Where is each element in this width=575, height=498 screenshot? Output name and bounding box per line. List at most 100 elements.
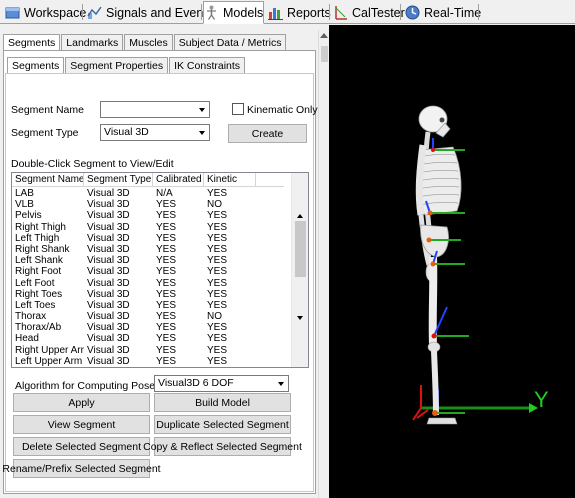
kinematic-only-checkbox[interactable] — [232, 103, 244, 115]
calibrated-cell: YES — [156, 210, 177, 222]
segment-list-scrollbar[interactable] — [291, 173, 308, 367]
skeleton-icon — [204, 5, 219, 20]
model-tabs: Segments Landmarks Muscles Subject Data … — [3, 34, 287, 51]
kinetic-cell: YES — [207, 277, 228, 289]
kinetic-cell: YES — [207, 232, 228, 244]
skeleton-model-view: Y — [412, 105, 549, 425]
tab-reports[interactable]: Reports — [267, 2, 332, 23]
realtime-icon — [405, 5, 420, 20]
segment-type-cell: Visual 3D — [87, 277, 130, 289]
build-model-button[interactable]: Build Model — [154, 393, 291, 412]
scroll-down-icon[interactable] — [297, 316, 303, 320]
tab-signals-and-events[interactable]: Signals and Events — [86, 2, 214, 23]
table-row[interactable]: Right Thigh Visual 3D YES YES — [12, 222, 284, 233]
kinetic-cell: YES — [207, 322, 228, 334]
workspace-icon — [5, 5, 20, 20]
scrollbar-thumb[interactable] — [321, 46, 328, 62]
foot — [426, 417, 458, 425]
calibrated-cell: YES — [156, 322, 177, 334]
segment-type-cell: Visual 3D — [87, 333, 130, 345]
calibrated-cell: YES — [156, 333, 177, 345]
copy-reflect-segment-button[interactable]: Copy & Reflect Selected Segment — [143, 437, 302, 456]
tab-subject-data-metrics[interactable]: Subject Data / Metrics — [173, 34, 287, 51]
apply-button[interactable]: Apply — [13, 393, 150, 412]
tab-landmarks[interactable]: Landmarks — [61, 34, 124, 51]
segment-name-combo[interactable] — [100, 101, 210, 118]
segment-list-label: Double-Click Segment to View/Edit — [11, 158, 174, 170]
3d-viewport[interactable]: Y — [329, 25, 575, 498]
left-panel-scrollbar[interactable] — [318, 30, 329, 498]
create-button[interactable]: Create — [228, 124, 307, 143]
tab-models[interactable]: Models — [203, 1, 265, 24]
subtab-segments[interactable]: Segments — [7, 57, 65, 74]
scroll-up-icon[interactable] — [297, 214, 303, 218]
segment-name-cell: VLB — [15, 199, 34, 211]
duplicate-segment-button[interactable]: Duplicate Selected Segment — [154, 415, 291, 434]
calibrated-cell: YES — [156, 221, 177, 233]
scroll-up-icon[interactable] — [320, 33, 328, 38]
segment-type-combo[interactable]: Visual 3D — [100, 124, 210, 141]
segment-name-label: Segment Name — [11, 104, 84, 116]
calibrated-cell: YES — [156, 288, 177, 300]
y-axis-label: Y — [534, 387, 549, 412]
segment-type-cell: Visual 3D — [87, 344, 130, 356]
column-header-calibrated[interactable]: Calibrated — [153, 173, 204, 187]
table-row[interactable]: Right Toes Visual 3D YES YES — [12, 289, 284, 300]
chevron-down-icon[interactable] — [195, 102, 209, 117]
scrollbar-thumb[interactable] — [295, 221, 306, 277]
table-row[interactable]: Left Upper Arm Visual 3D YES YES — [12, 356, 284, 367]
segment-name-cell: Thorax — [15, 311, 47, 323]
delete-segment-button[interactable]: Delete Selected Segment — [13, 437, 150, 456]
kinetic-cell: NO — [207, 199, 222, 211]
algorithm-label: Algorithm for Computing Pose — [15, 380, 156, 392]
segment-type-cell: Visual 3D — [87, 255, 130, 267]
table-row[interactable]: Thorax/Ab Visual 3D YES YES — [12, 322, 284, 333]
tab-caltester[interactable]: CalTester — [332, 2, 406, 23]
segment-type-cell: Visual 3D — [87, 299, 130, 311]
kinetic-cell: YES — [207, 188, 228, 199]
table-row[interactable]: Left Toes Visual 3D YES YES — [12, 300, 284, 311]
segment-name-cell: Right Thigh — [15, 221, 66, 233]
segment-type-cell: Visual 3D — [87, 355, 130, 367]
table-row[interactable]: Left Foot Visual 3D YES YES — [12, 278, 284, 289]
tab-real-time[interactable]: Real-Time — [404, 2, 482, 23]
kinetic-cell: YES — [207, 243, 228, 255]
view-segment-button[interactable]: View Segment — [13, 415, 150, 434]
segment-type-cell: Visual 3D — [87, 199, 130, 211]
kinetic-cell: YES — [207, 299, 228, 311]
subtab-segment-properties[interactable]: Segment Properties — [65, 57, 169, 74]
tab-muscles[interactable]: Muscles — [124, 34, 173, 51]
table-row[interactable]: Thorax Visual 3D YES NO — [12, 311, 284, 322]
segment-name-cell: Left Shank — [15, 255, 63, 267]
segment-name-cell: Right Shank — [15, 243, 70, 255]
subtab-ik-constraints[interactable]: IK Constraints — [169, 57, 246, 74]
table-row[interactable]: Right Shank Visual 3D YES YES — [12, 244, 284, 255]
column-header-kinetic[interactable]: Kinetic — [204, 173, 256, 187]
segment-type-value: Visual 3D — [104, 126, 149, 138]
calibrated-cell: YES — [156, 266, 177, 278]
calibrated-cell: YES — [156, 232, 177, 244]
tab-workspace[interactable]: Workspace — [4, 2, 87, 23]
segment-name-cell: Left Toes — [15, 299, 56, 311]
upper-arm — [415, 144, 427, 216]
segment-type-cell: Visual 3D — [87, 210, 130, 222]
table-row[interactable]: Head Visual 3D YES YES — [12, 333, 284, 344]
tab-segments[interactable]: Segments — [3, 34, 61, 51]
column-header-segment-name[interactable]: Segment Name — [12, 173, 84, 187]
table-row[interactable]: Left Shank Visual 3D YES YES — [12, 255, 284, 266]
segment-type-cell: Visual 3D — [87, 266, 130, 278]
table-row[interactable]: Pelvis Visual 3D YES YES — [12, 210, 284, 221]
algorithm-combo[interactable]: Visual3D 6 DOF — [154, 375, 289, 392]
table-row[interactable]: LAB Visual 3D N/A YES — [12, 188, 284, 199]
calibrated-cell: YES — [156, 243, 177, 255]
chevron-down-icon[interactable] — [195, 125, 209, 140]
rename-prefix-segment-button[interactable]: Rename/Prefix Selected Segment — [2, 459, 161, 478]
chevron-down-icon[interactable] — [274, 376, 288, 391]
segment-list[interactable]: Segment Name Segment Type Calibrated Kin… — [11, 172, 309, 368]
table-row[interactable]: Right Upper Arm Visual 3D YES YES — [12, 345, 284, 356]
column-header-segment-type[interactable]: Segment Type — [84, 173, 153, 187]
table-row[interactable]: Left Thigh Visual 3D YES YES — [12, 233, 284, 244]
segment-name-cell: Pelvis — [15, 210, 42, 222]
table-row[interactable]: VLB Visual 3D YES NO — [12, 199, 284, 210]
table-row[interactable]: Right Foot Visual 3D YES YES — [12, 266, 284, 277]
